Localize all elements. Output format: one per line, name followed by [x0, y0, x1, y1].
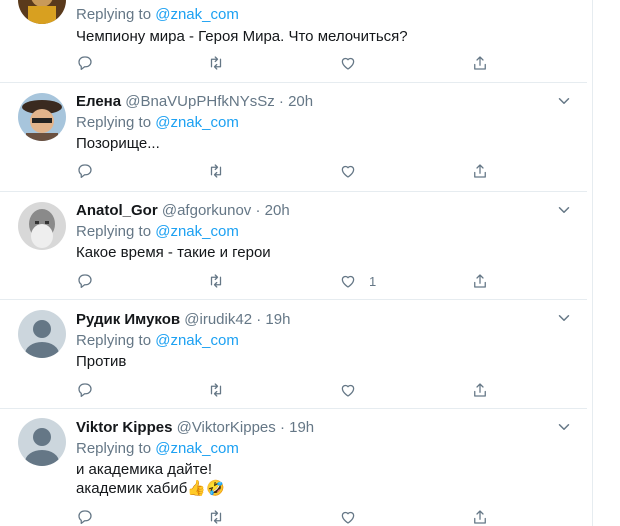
avatar[interactable]: [18, 418, 66, 466]
tweet-item[interactable]: Replying to @znak_com Чемпиону мира - Ге…: [0, 0, 587, 83]
replying-to: Replying to @znak_com: [76, 6, 239, 23]
user-handle[interactable]: @afgorkunov: [162, 202, 251, 219]
reply-button[interactable]: [76, 53, 94, 73]
avatar[interactable]: [18, 0, 66, 24]
like-icon: [341, 57, 355, 70]
tweet-text: Позорище...: [76, 135, 160, 152]
share-icon: [474, 164, 486, 178]
share-button[interactable]: [471, 271, 489, 291]
replying-to: Replying to @znak_com: [76, 114, 239, 131]
retweet-button[interactable]: [207, 507, 225, 526]
reply-icon: [78, 274, 92, 289]
reply-icon: [78, 383, 92, 398]
timestamp[interactable]: 19h: [265, 311, 290, 328]
retweet-button[interactable]: [207, 53, 225, 73]
like-button[interactable]: [339, 53, 369, 73]
separator-dot: ·: [255, 202, 261, 219]
display-name[interactable]: Anatol_Gor: [76, 202, 158, 219]
retweet-icon: [210, 383, 222, 397]
like-count: 1: [369, 273, 377, 289]
mention-link[interactable]: @znak_com: [155, 6, 239, 23]
tweet-text: Какое время - такие и герои: [76, 244, 271, 261]
reply-icon: [78, 164, 92, 179]
replying-to: Replying to @znak_com: [76, 332, 239, 349]
avatar[interactable]: [18, 310, 66, 358]
avatar[interactable]: [18, 93, 66, 141]
share-button[interactable]: [471, 161, 489, 181]
display-name[interactable]: Рудик Имуков: [76, 311, 180, 328]
like-button[interactable]: [339, 507, 369, 526]
tweet-actions: [76, 507, 496, 526]
reply-icon: [78, 56, 92, 71]
tweet-actions: 1: [76, 271, 496, 291]
mention-link[interactable]: @znak_com: [155, 223, 239, 240]
like-button[interactable]: [339, 380, 369, 400]
retweet-button[interactable]: [207, 161, 225, 181]
share-button[interactable]: [471, 53, 489, 73]
timestamp[interactable]: 20h: [288, 93, 313, 110]
share-button[interactable]: [471, 380, 489, 400]
display-name[interactable]: Viktor Kippes: [76, 419, 172, 436]
like-icon: [341, 384, 355, 397]
timestamp[interactable]: 20h: [265, 202, 290, 219]
chevron-down-icon[interactable]: [555, 418, 573, 436]
retweet-icon: [210, 274, 222, 288]
tweet-item[interactable]: Елена @BnaVUpPHfkNYsSz · 20h Replying to…: [0, 83, 587, 192]
user-handle[interactable]: @ViktorKippes: [177, 419, 276, 436]
timestamp[interactable]: 19h: [289, 419, 314, 436]
like-icon: [341, 165, 355, 178]
reply-icon: [78, 510, 92, 525]
reply-button[interactable]: [76, 507, 94, 526]
tweet-text: и академика дайте!: [76, 461, 212, 478]
reply-button[interactable]: [76, 380, 94, 400]
tweet-text: Чемпиону мира - Героя Мира. Что мелочить…: [76, 28, 408, 45]
reply-feed: Replying to @znak_com Чемпиону мира - Ге…: [0, 0, 592, 526]
reply-button[interactable]: [76, 161, 94, 181]
chevron-down-icon[interactable]: [555, 92, 573, 110]
separator-dot: ·: [278, 93, 284, 110]
tweet-header: Елена @BnaVUpPHfkNYsSz · 20h: [76, 92, 313, 112]
like-button[interactable]: 1: [339, 271, 376, 291]
side-column: [592, 0, 620, 526]
retweet-icon: [210, 164, 222, 178]
share-icon: [474, 56, 486, 70]
mention-link[interactable]: @znak_com: [155, 332, 239, 349]
tweet-text: Против: [76, 353, 127, 370]
share-icon: [474, 274, 486, 288]
tweet-header: Viktor Kippes @ViktorKippes · 19h: [76, 418, 314, 438]
tweet-actions: [76, 380, 496, 400]
like-icon: [341, 275, 355, 288]
user-handle[interactable]: @BnaVUpPHfkNYsSz: [125, 93, 274, 110]
tweet-header: Рудик Имуков @irudik42 · 19h: [76, 310, 290, 330]
separator-dot: ·: [279, 419, 285, 436]
user-handle[interactable]: @irudik42: [184, 311, 252, 328]
share-icon: [474, 510, 486, 524]
avatar[interactable]: [18, 202, 66, 250]
retweet-icon: [210, 56, 222, 70]
mention-link[interactable]: @znak_com: [155, 114, 239, 131]
mention-link[interactable]: @znak_com: [155, 440, 239, 457]
tweet-text-line-2: академик хабиб👍🤣: [76, 480, 225, 497]
tweet-item[interactable]: Anatol_Gor @afgorkunov · 20h Replying to…: [0, 192, 587, 300]
like-button[interactable]: [339, 161, 369, 181]
retweet-icon: [210, 510, 222, 524]
share-button[interactable]: [471, 507, 489, 526]
like-icon: [341, 511, 355, 524]
tweet-item[interactable]: Viktor Kippes @ViktorKippes · 19h Replyi…: [0, 409, 587, 526]
tweet-actions: [76, 53, 496, 73]
tweet-header: Anatol_Gor @afgorkunov · 20h: [76, 201, 290, 221]
tweet-actions: [76, 161, 496, 181]
chevron-down-icon[interactable]: [555, 201, 573, 219]
retweet-button[interactable]: [207, 271, 225, 291]
separator-dot: ·: [256, 311, 262, 328]
replying-to: Replying to @znak_com: [76, 440, 239, 457]
share-icon: [474, 383, 486, 397]
tweet-item[interactable]: Рудик Имуков @irudik42 · 19h Replying to…: [0, 300, 587, 409]
retweet-button[interactable]: [207, 380, 225, 400]
display-name[interactable]: Елена: [76, 93, 121, 110]
chevron-down-icon[interactable]: [555, 309, 573, 327]
reply-button[interactable]: [76, 271, 94, 291]
replying-to: Replying to @znak_com: [76, 223, 239, 240]
